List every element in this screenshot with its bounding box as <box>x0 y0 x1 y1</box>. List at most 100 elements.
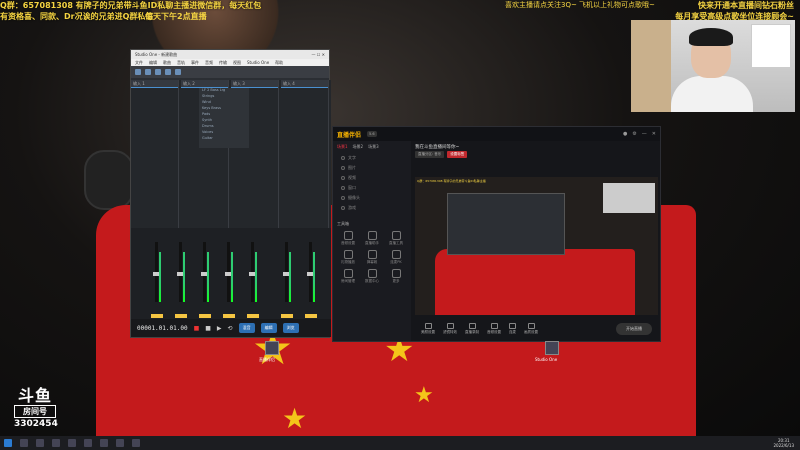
scene-source-item[interactable]: 视频 <box>333 173 411 183</box>
eraser-tool-icon[interactable] <box>155 69 161 75</box>
scene-source-item[interactable]: 图片 <box>333 163 411 173</box>
arrow-tool-icon[interactable] <box>135 69 141 75</box>
mixer-channel[interactable] <box>281 232 293 318</box>
douyu-logo: 斗鱼 房间号 3302454 <box>14 388 58 429</box>
track-header[interactable]: 输入 2 <box>181 80 228 88</box>
eye-icon[interactable] <box>341 166 345 170</box>
tool-danmaku[interactable]: 弹幕姬 <box>361 250 383 265</box>
preview-flag <box>435 249 635 315</box>
audio-settings-button[interactable]: 音频设置 <box>487 323 501 335</box>
desktop-app-icon[interactable] <box>265 341 279 355</box>
go-live-button[interactable]: 开始直播 <box>616 323 652 335</box>
tab-scene-1[interactable]: 场景1 <box>337 144 348 150</box>
taskbar-clock[interactable]: 20:31 2022/6/13 <box>773 438 794 448</box>
channel-color <box>175 314 187 318</box>
loop-button[interactable]: ⟲ <box>228 325 233 332</box>
eye-icon[interactable] <box>341 186 345 190</box>
menu-item[interactable]: 帮助 <box>275 60 283 65</box>
browser-icon[interactable] <box>68 439 76 447</box>
window-controls[interactable]: — ☐ ✕ <box>312 52 325 57</box>
menu-item[interactable]: 传输 <box>219 60 227 65</box>
eye-icon[interactable] <box>341 196 345 200</box>
scene-source-item[interactable]: 摄像头 <box>333 193 411 203</box>
avatar-icon[interactable]: ● <box>623 131 627 137</box>
mix-button[interactable]: 混音 <box>238 323 255 333</box>
daw-window[interactable]: Studio One - 新建歌曲 — ☐ ✕ 文件 编辑 歌曲 音轨 事件 音… <box>130 49 331 338</box>
settings-icon[interactable]: ⚙ <box>632 131 636 137</box>
track-header[interactable]: 输入 3 <box>231 80 278 88</box>
stream-title[interactable]: 我在斗鱼直播间等你~ <box>411 141 660 151</box>
wechat-icon[interactable] <box>116 439 124 447</box>
minimize-icon[interactable]: — <box>642 131 647 137</box>
mixer-channel[interactable] <box>175 232 187 318</box>
menu-item[interactable]: 音轨 <box>177 60 185 65</box>
daw-toolbar <box>131 66 329 78</box>
companion-app-icon[interactable] <box>100 439 108 447</box>
quality-button[interactable]: 画质设置 <box>524 323 538 335</box>
edit-button[interactable]: 编辑 <box>260 323 277 333</box>
search-icon[interactable] <box>20 439 28 447</box>
tool-gift[interactable]: 礼物播放 <box>337 250 359 265</box>
menu-item[interactable]: 文件 <box>135 60 143 65</box>
menu-item[interactable]: Studio One <box>247 60 269 65</box>
task-view-icon[interactable] <box>36 439 44 447</box>
windows-start-icon[interactable] <box>4 439 12 447</box>
tool-audio-settings[interactable]: 音频设置 <box>337 231 359 246</box>
tool-live-tools[interactable]: 直播工具 <box>385 231 407 246</box>
menu-item[interactable]: 歌曲 <box>163 60 171 65</box>
tab-scene-3[interactable]: 场景3 <box>368 144 379 150</box>
menu-item[interactable]: 编辑 <box>149 60 157 65</box>
instrument-browser[interactable]: LF 2 Bass Lrg Strings Wind Keys Brass Pa… <box>199 88 249 148</box>
split-tool-icon[interactable] <box>165 69 171 75</box>
track-header[interactable]: 输入 4 <box>281 80 328 88</box>
tool-room-manage[interactable]: 房间管理 <box>337 269 359 284</box>
mixer-channel[interactable] <box>305 232 317 318</box>
streaming-companion-window[interactable]: 直播伴侣 5.6 ● ⚙ — ✕ 场景1 场景2 场景3 文字 图片 视频 窗口… <box>332 126 661 342</box>
record-button[interactable]: ■ <box>194 325 200 332</box>
mixer-console[interactable] <box>131 228 331 320</box>
level-meter <box>183 252 185 302</box>
track-header[interactable]: 输入 1 <box>131 80 178 88</box>
tool-more[interactable]: 更多 <box>385 269 407 284</box>
beauty-button[interactable]: 美颜设置 <box>421 323 435 335</box>
mixer-channel[interactable] <box>223 232 235 318</box>
tool-label: 更多 <box>392 279 400 283</box>
stream-preview[interactable]: Q群：657081308 有牌子的兄弟带斗鱼ID私聊主播 <box>415 177 658 315</box>
browser-item[interactable]: Guitar <box>199 136 249 142</box>
streamer-shirt <box>671 76 753 112</box>
qq-icon[interactable] <box>132 439 140 447</box>
play-button[interactable]: ▶ <box>217 325 222 332</box>
scene-source-item[interactable]: 文字 <box>333 153 411 163</box>
daw-titlebar[interactable]: Studio One - 新建歌曲 — ☐ ✕ <box>131 50 329 59</box>
streamer-hair <box>689 28 733 46</box>
file-explorer-icon[interactable] <box>52 439 60 447</box>
menu-item[interactable]: 视图 <box>233 60 241 65</box>
tab-scene-2[interactable]: 场景2 <box>353 144 364 150</box>
stop-button[interactable]: ■ <box>205 325 211 332</box>
filter-button[interactable]: 滤镜特效 <box>443 323 457 335</box>
studio-one-icon[interactable] <box>84 439 92 447</box>
tool-pk[interactable]: 连麦PK <box>385 250 407 265</box>
menu-item[interactable]: 音频 <box>205 60 213 65</box>
tag-chip[interactable]: 设置标签 <box>447 151 468 158</box>
record-button[interactable]: 直播录制 <box>465 323 479 335</box>
mixer-channel[interactable] <box>199 232 211 318</box>
close-icon[interactable]: ✕ <box>652 131 656 137</box>
category-chip[interactable]: 直播分区: 音乐 <box>415 151 445 158</box>
eye-icon[interactable] <box>341 176 345 180</box>
eye-icon[interactable] <box>341 206 345 210</box>
eye-icon[interactable] <box>341 156 345 160</box>
scene-source-item[interactable]: 游戏 <box>333 203 411 213</box>
tool-data-center[interactable]: 数据中心 <box>361 269 383 284</box>
scene-source-item[interactable]: 窗口 <box>333 183 411 193</box>
mic-connect-button[interactable]: 连麦 <box>509 323 516 335</box>
mute-tool-icon[interactable] <box>175 69 181 75</box>
desktop-app-icon[interactable] <box>545 341 559 355</box>
pencil-tool-icon[interactable] <box>145 69 151 75</box>
mixer-channel[interactable] <box>151 232 163 318</box>
menu-item[interactable]: 事件 <box>191 60 199 65</box>
browse-button[interactable]: 浏览 <box>282 323 299 333</box>
tool-assistant[interactable]: 直播助手 <box>361 231 383 246</box>
mixer-channel[interactable] <box>247 232 259 318</box>
taskbar: 20:31 2022/6/13 <box>0 436 800 450</box>
